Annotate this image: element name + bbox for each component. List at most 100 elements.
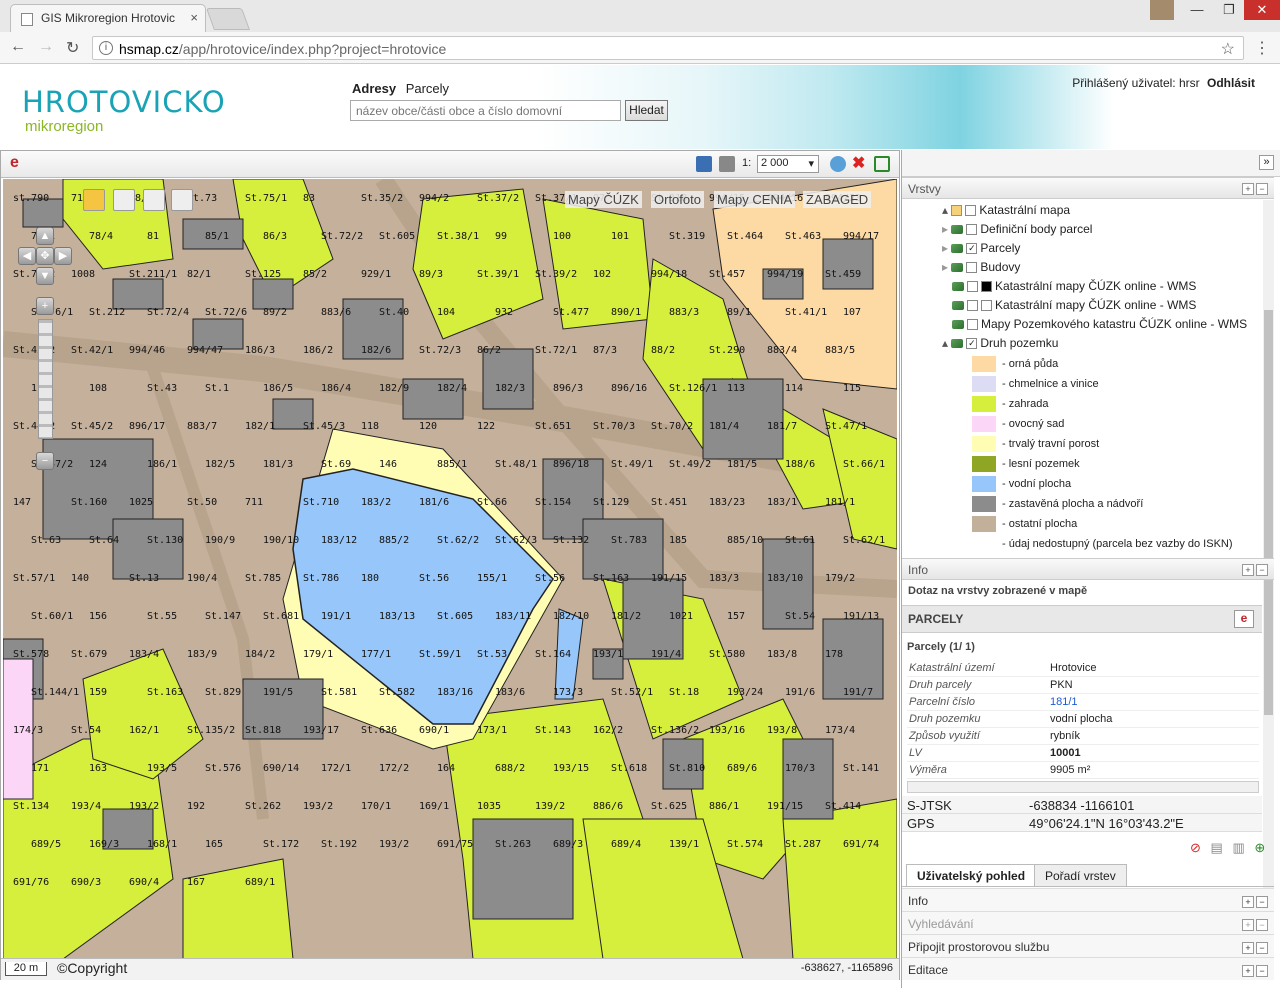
collapse-icon[interactable]: − [1256, 965, 1268, 977]
browser-menu-icon[interactable]: ⋮ [1254, 38, 1270, 58]
tab-user-view[interactable]: Uživatelský pohled [906, 864, 1037, 886]
window-maximize-button[interactable]: ❐ [1214, 0, 1244, 20]
collapse-icon[interactable]: − [1256, 183, 1268, 195]
pan-down-icon[interactable]: ▼ [36, 267, 54, 285]
attribute-value[interactable]: 181/1 [1050, 696, 1078, 708]
layer-cuzk-wms-1[interactable]: Katastrální mapy ČÚZK online - WMS [952, 279, 1196, 293]
search-tab-addresses[interactable]: Adresy [352, 81, 396, 96]
copyright-link[interactable]: ©Copyright [57, 960, 127, 976]
legend-label: - vodní plocha [1002, 478, 1072, 490]
layer-definition-points[interactable]: ▸ Definiční body parcel [942, 222, 1092, 236]
expand-icon[interactable]: + [1242, 942, 1254, 954]
cancel-icon[interactable]: ⊘ [1190, 840, 1201, 855]
layer-buildings[interactable]: ▸ Budovy [942, 260, 1020, 274]
add-icon[interactable]: ⊕ [1254, 840, 1265, 855]
fullscreen-icon[interactable] [874, 156, 890, 172]
layer-checkbox[interactable] [967, 281, 978, 293]
clear-icon[interactable]: ✖ [852, 156, 868, 172]
search-input[interactable] [350, 100, 621, 121]
tab-layer-order[interactable]: Pořadí vrstev [1034, 864, 1127, 886]
layer-land-type[interactable]: ▴ ✓ Druh pozemku [942, 336, 1058, 350]
pan-center-icon[interactable]: ✥ [36, 247, 54, 265]
browser-tab[interactable]: GIS Mikroregion Hrotovic × [10, 4, 206, 32]
globe-icon[interactable] [830, 156, 846, 172]
layer-checkbox[interactable] [965, 205, 977, 217]
layer-parcels[interactable]: ▸ ✓ Parcely [942, 241, 1020, 255]
layer-cuzk-wms-2[interactable]: Katastrální mapy ČÚZK online - WMS [952, 298, 1196, 312]
layer-checkbox-checked[interactable]: ✓ [966, 338, 978, 350]
address-bar[interactable]: i hsmap.cz/app/hrotovice/index.php?proje… [92, 36, 1244, 60]
attribute-hscrollbar[interactable] [907, 781, 1259, 793]
section-info[interactable]: Info + − [902, 888, 1274, 911]
print-icon[interactable] [719, 156, 735, 172]
scale-select[interactable]: 2 000 ▾ [757, 155, 819, 173]
document-icon[interactable]: ▤ [1211, 840, 1223, 855]
layer-checkbox[interactable] [967, 319, 978, 331]
base-layer-zabaged[interactable]: ZABAGED [803, 191, 872, 208]
section-connect-service[interactable]: Připojit prostorovou službu + − [902, 934, 1274, 957]
cadastral-map[interactable]: st.79071/188/2St.73St.75/183St.35/2994/2… [3, 179, 897, 959]
expand-icon[interactable]: + [1242, 965, 1254, 977]
base-layer-cuzk[interactable]: Mapy ČÚZK [565, 191, 642, 208]
profile-icon[interactable] [1150, 0, 1174, 20]
zoom-out-icon[interactable]: − [36, 452, 54, 470]
measure-icon[interactable] [171, 189, 193, 211]
help-icon[interactable] [696, 156, 712, 172]
pan-right-icon[interactable]: ▶ [54, 247, 72, 265]
expand-icon[interactable]: + [1242, 564, 1254, 576]
zoom-to-feature-icon[interactable]: e [1234, 610, 1254, 628]
parcel-label: St.72/1 [535, 345, 577, 356]
section-search[interactable]: Vyhledávání + − [902, 911, 1274, 934]
layer-checkbox[interactable] [967, 300, 978, 312]
expand-icon[interactable]: + [1242, 896, 1254, 908]
map-canvas[interactable]: st.79071/188/2St.73St.75/183St.35/2994/2… [3, 179, 897, 959]
trash-icon[interactable]: ▥ [1232, 840, 1244, 855]
layers-section-header[interactable]: Vrstvy + − [902, 177, 1274, 199]
collapse-panel-icon[interactable]: » [1259, 155, 1274, 170]
layer-label: Budovy [980, 260, 1021, 274]
layer-cadastral-map[interactable]: ▴ Katastrální mapa [942, 203, 1070, 217]
layer-checkbox[interactable] [966, 262, 978, 274]
panel-scrollbar[interactable] [1263, 200, 1274, 980]
zoom-in-icon[interactable]: + [36, 297, 54, 315]
parcel-label: 191/6 [785, 687, 815, 698]
base-layer-ortofoto[interactable]: Ortofoto [651, 191, 704, 208]
site-info-icon[interactable]: i [99, 41, 113, 55]
pan-up-icon[interactable]: ▲ [36, 227, 54, 245]
scale-bar: 20 m [5, 962, 47, 976]
layer-checkbox[interactable] [966, 224, 978, 236]
layer-land-cadastre-wms[interactable]: Mapy Pozemkového katastru ČÚZK online - … [952, 317, 1247, 331]
parcel-label: St.134 [13, 801, 49, 812]
parcel-label: 172/2 [379, 763, 409, 774]
reload-icon[interactable]: ↻ [66, 38, 79, 58]
zoom-slider[interactable] [38, 319, 53, 439]
scrollbar-thumb[interactable] [1264, 310, 1273, 715]
bookmark-star-icon[interactable]: ☆ [1221, 39, 1235, 59]
history-forward-icon[interactable] [143, 189, 165, 211]
expand-icon[interactable]: + [1242, 919, 1254, 931]
parcel-label: 896/16 [611, 383, 647, 394]
forward-arrow-icon[interactable]: → [38, 38, 54, 56]
base-layer-cenia[interactable]: Mapy CENIA [714, 191, 796, 208]
parcel-label: 122 [477, 421, 495, 432]
search-button[interactable]: Hledat [625, 100, 668, 121]
section-editing[interactable]: Editace + − [902, 957, 1274, 980]
collapse-icon[interactable]: − [1256, 919, 1268, 931]
collapse-icon[interactable]: − [1256, 564, 1268, 576]
new-tab-button[interactable] [205, 8, 251, 30]
pan-hand-icon[interactable] [83, 189, 105, 211]
info-section-header[interactable]: Info + − [902, 558, 1274, 580]
window-minimize-button[interactable]: — [1182, 0, 1212, 20]
layer-checkbox-checked[interactable]: ✓ [966, 243, 978, 255]
history-back-icon[interactable] [113, 189, 135, 211]
logout-link[interactable]: Odhlásit [1207, 76, 1255, 90]
search-tab-parcels[interactable]: Parcely [406, 81, 449, 96]
tab-close-icon[interactable]: × [190, 10, 198, 25]
attribute-value: 10001 [1050, 747, 1081, 759]
window-close-button[interactable]: ✕ [1244, 0, 1280, 20]
expand-icon[interactable]: + [1242, 183, 1254, 195]
pan-left-icon[interactable]: ◀ [18, 247, 36, 265]
back-arrow-icon[interactable]: ← [10, 38, 26, 56]
collapse-icon[interactable]: − [1256, 896, 1268, 908]
collapse-icon[interactable]: − [1256, 942, 1268, 954]
